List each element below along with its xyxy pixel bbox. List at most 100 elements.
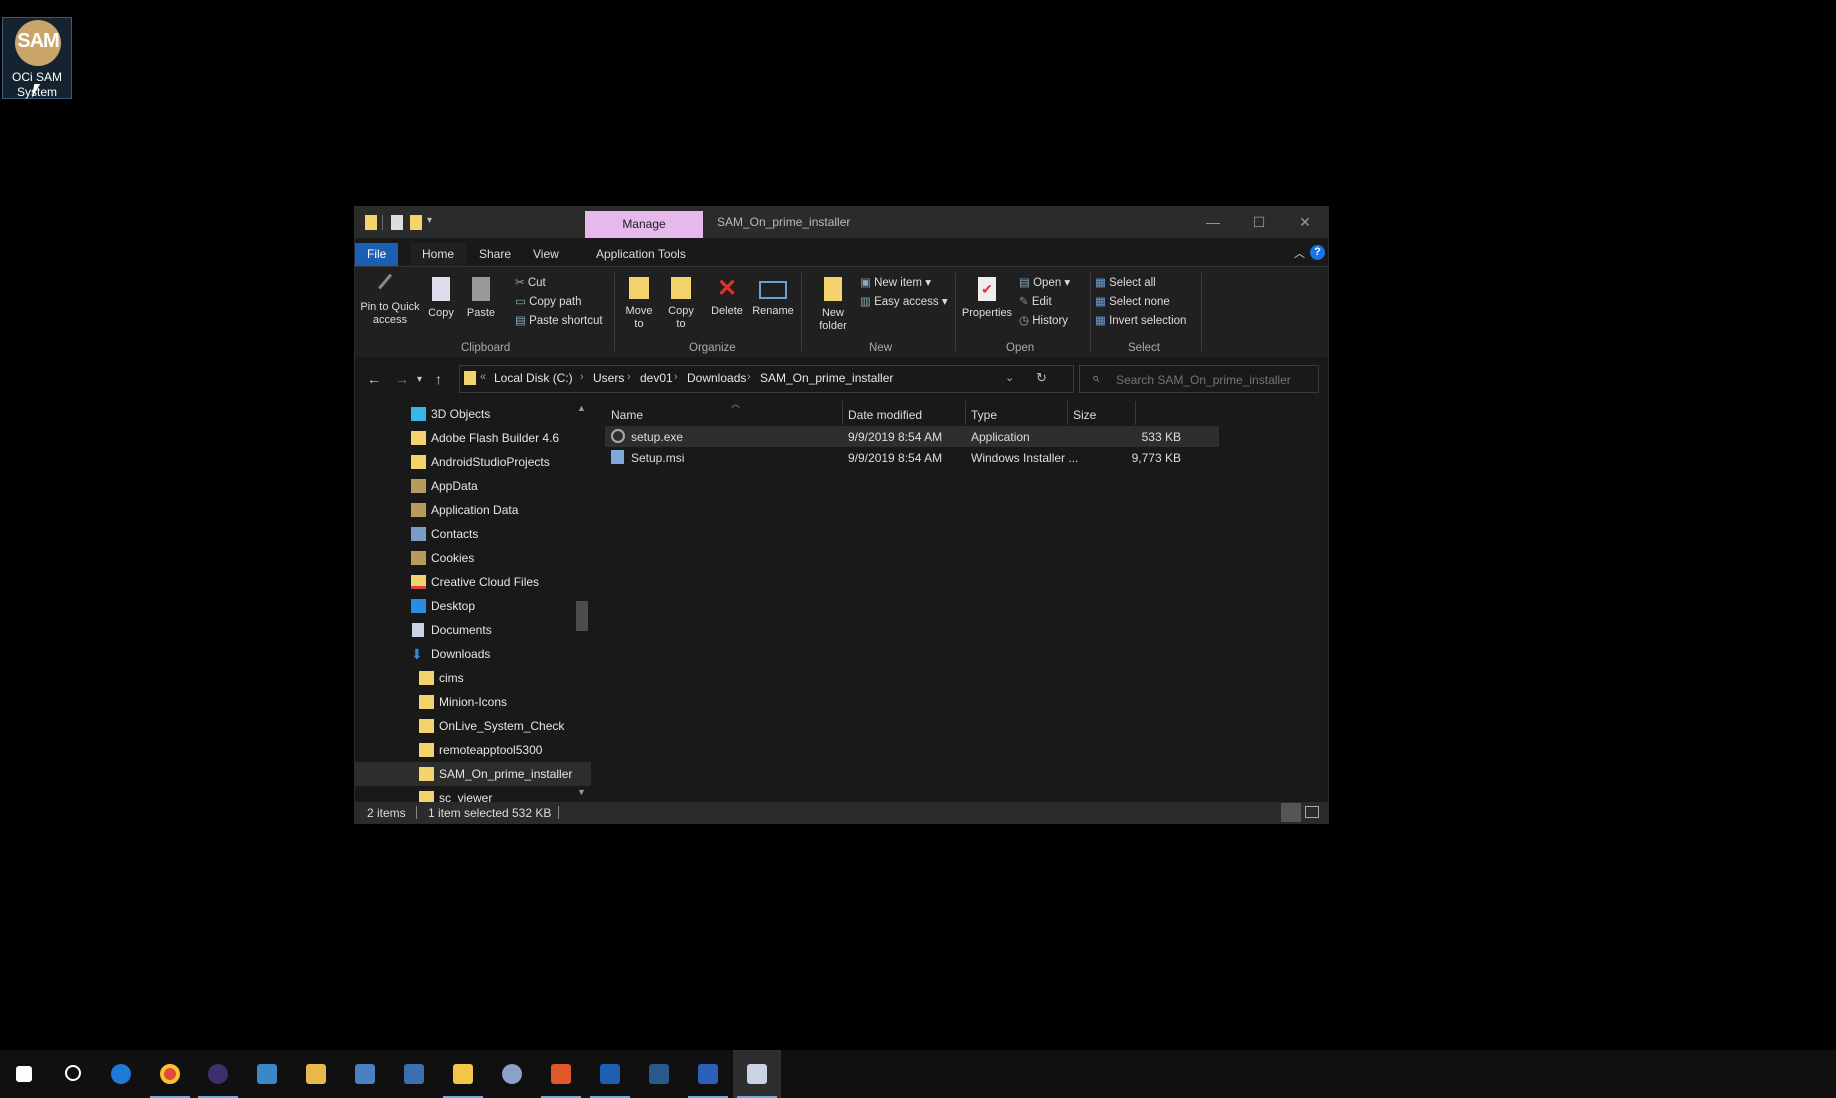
column-header-size[interactable]: Size [1073,408,1096,422]
large-icons-view-icon[interactable] [1305,806,1319,818]
nav-item-sc-viewer[interactable]: sc_viewer [355,786,591,802]
properties-button[interactable]: ✔ Properties [959,277,1015,320]
people-app-icon[interactable] [488,1050,536,1098]
forward-arrow-icon[interactable]: → [395,371,409,387]
overflow-chevron-icon[interactable]: « [480,371,486,383]
paste-shortcut-button[interactable]: ▤ Paste shortcut [515,313,603,327]
column-header-date-modified[interactable]: Date modified [848,408,922,422]
nav-item-creative-cloud-files[interactable]: Creative Cloud Files [355,570,591,594]
photos-app-icon[interactable] [635,1050,683,1098]
file-row-setup-msi[interactable]: Setup.msi 9/9/2019 8:54 AM Windows Insta… [605,447,1219,468]
breadcrumb-separator-icon[interactable]: › [674,371,678,383]
paste-button[interactable]: Paste [463,277,499,320]
nav-item-documents[interactable]: Documents [355,618,591,642]
chrome-icon[interactable] [146,1050,194,1098]
breadcrumb-separator-icon[interactable]: › [747,371,751,383]
nav-item-application-data[interactable]: Application Data [355,498,591,522]
details-view-icon[interactable] [1281,803,1301,822]
copy-to-button[interactable]: Copy to [663,277,699,331]
breadcrumb-local-disk[interactable]: Local Disk (C:) [494,371,573,385]
nav-item-appdata[interactable]: AppData [355,474,591,498]
easy-access-button[interactable]: ▥ Easy access ▾ [860,294,948,308]
history-button[interactable]: ◷ History [1019,313,1068,327]
nav-item-3d-objects[interactable]: 3D Objects [355,402,591,426]
address-bar[interactable]: « Local Disk (C:) › Users › dev01 › Down… [459,365,1074,393]
back-arrow-icon[interactable]: ← [367,371,381,387]
word-icon[interactable] [684,1050,732,1098]
nav-item-cookies[interactable]: Cookies [355,546,591,570]
manage-tab[interactable]: Manage [585,211,703,238]
tab-file[interactable]: File [355,243,399,266]
minimize-button[interactable]: — [1190,207,1236,238]
remote-app-icon[interactable] [390,1050,438,1098]
column-separator[interactable] [965,401,966,425]
recent-locations-chevron-icon[interactable]: ▾ [417,374,422,385]
file-row-setup-exe[interactable]: setup.exe 9/9/2019 8:54 AM Application 5… [605,426,1219,447]
file-explorer-icon[interactable] [439,1050,487,1098]
open-button[interactable]: ▤ Open ▾ [1019,275,1070,289]
nav-item-sam-on-prime-installer[interactable]: SAM_On_prime_installer [355,762,591,786]
address-history-chevron-icon[interactable]: ⌄ [1005,371,1014,384]
breadcrumb-dev01[interactable]: dev01 [640,371,673,385]
rename-button[interactable]: Rename [750,277,796,318]
nav-item-desktop[interactable]: Desktop [355,594,591,618]
new-item-button[interactable]: ▣ New item ▾ [860,275,931,289]
edit-button[interactable]: ✎ Edit [1019,294,1052,308]
delete-button[interactable]: ✕ Delete [709,277,745,318]
nav-pane-scrollbar[interactable]: ▲ ▼ [575,401,589,802]
select-all-button[interactable]: ▦ Select all [1095,275,1156,289]
column-header-type[interactable]: Type [971,408,997,422]
select-none-button[interactable]: ▦ Select none [1095,294,1170,308]
breadcrumb-users[interactable]: Users [593,371,624,385]
customize-quick-access-icon[interactable]: ▾ [427,215,432,226]
scrollbar-thumb[interactable] [576,601,588,631]
move-to-button[interactable]: Move to [621,277,657,331]
oci-app-icon[interactable] [586,1050,634,1098]
help-icon[interactable]: ? [1310,245,1325,260]
lock-app-icon[interactable] [194,1050,242,1098]
tab-view[interactable]: View [521,243,571,266]
nav-item-contacts[interactable]: Contacts [355,522,591,546]
breadcrumb-downloads[interactable]: Downloads [687,371,746,385]
edge-icon[interactable] [97,1050,145,1098]
copy-path-button[interactable]: ▭ Copy path [515,294,582,308]
nav-item-minion-icons[interactable]: Minion-Icons [355,690,591,714]
windows-start-icon[interactable] [0,1050,48,1098]
search-icon[interactable] [48,1050,96,1098]
nav-item-androidstudioprojects[interactable]: AndroidStudioProjects [355,450,591,474]
collapse-ribbon-icon[interactable]: ︿ [1294,245,1305,261]
cut-button[interactable]: ✂ Cut [515,275,546,289]
nav-item-adobe-flash-builder[interactable]: Adobe Flash Builder 4.6 [355,426,591,450]
network-app-icon[interactable] [243,1050,291,1098]
nav-item-onlive-system-check[interactable]: OnLive_System_Check [355,714,591,738]
scroll-up-icon[interactable]: ▲ [577,403,586,413]
tools-app-icon[interactable] [292,1050,340,1098]
capture-app-icon[interactable] [733,1050,781,1098]
breadcrumb-sam-on-prime-installer[interactable]: SAM_On_prime_installer [760,371,893,385]
office-app-icon[interactable] [537,1050,585,1098]
breadcrumb-separator-icon[interactable]: › [580,371,584,383]
breadcrumb-separator-icon[interactable]: › [627,371,631,383]
nav-item-remoteapptool5300[interactable]: remoteapptool5300 [355,738,591,762]
pin-to-quick-access-button[interactable]: Pin to Quick access [359,273,421,327]
search-box[interactable]: ⌕ [1079,365,1319,393]
column-separator[interactable] [842,401,843,425]
nav-item-downloads[interactable]: ⬇ Downloads [355,642,591,666]
tab-home[interactable]: Home [410,243,467,266]
refresh-icon[interactable]: ↻ [1036,370,1047,386]
copy-button[interactable]: Copy [423,277,459,320]
column-separator[interactable] [1135,401,1136,425]
tab-application-tools[interactable]: Application Tools [584,243,698,266]
column-header-name[interactable]: Name [611,408,643,422]
up-arrow-icon[interactable]: ↑ [435,371,442,387]
maximize-button[interactable]: ☐ [1236,207,1282,238]
new-folder-quick-icon[interactable] [410,215,422,230]
nav-item-cims[interactable]: cims [355,666,591,690]
scroll-down-icon[interactable]: ▼ [577,787,586,797]
close-button[interactable]: ✕ [1282,207,1328,238]
new-folder-button[interactable]: New folder [811,277,855,333]
properties-quick-icon[interactable] [391,215,403,230]
invert-selection-button[interactable]: ▦ Invert selection [1095,313,1186,327]
search-input[interactable] [1114,370,1308,390]
monitor-app-icon[interactable] [341,1050,389,1098]
